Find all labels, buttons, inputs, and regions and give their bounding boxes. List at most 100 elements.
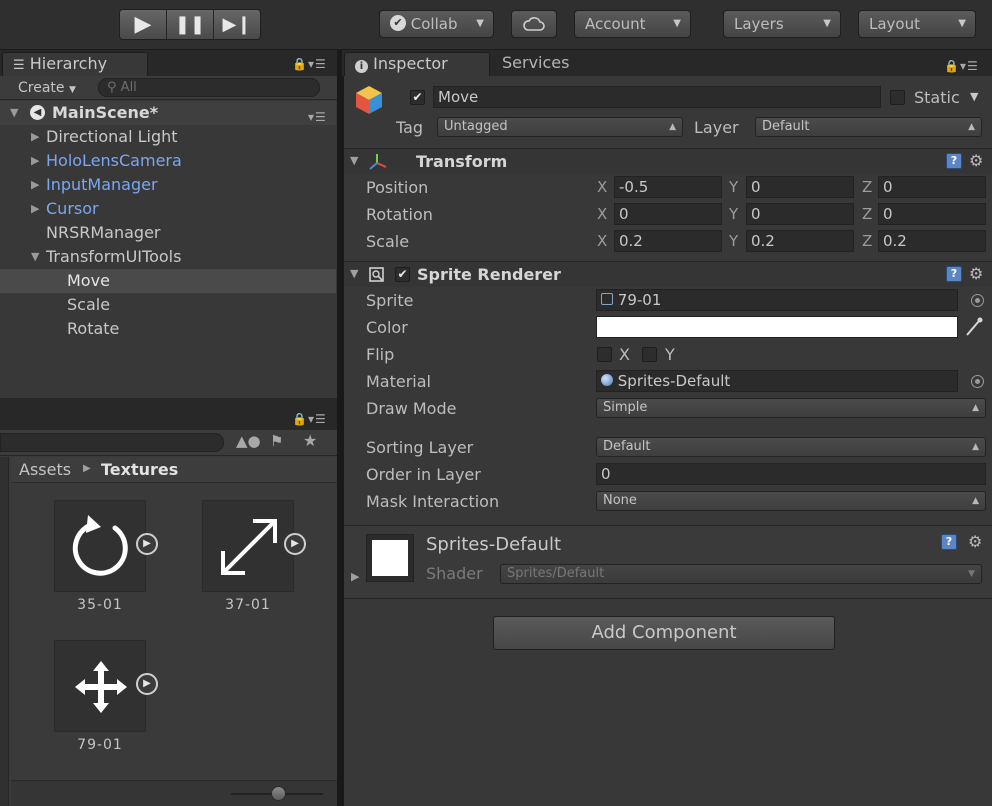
- draw-mode-dropdown[interactable]: Simple ▲: [596, 398, 986, 418]
- create-dropdown[interactable]: Create ▼: [8, 78, 90, 98]
- hierarchy-item[interactable]: ▶ Directional Light: [0, 125, 336, 149]
- scene-row[interactable]: ▼ ◀ MainScene* ▾☰: [0, 101, 336, 125]
- gear-icon[interactable]: ⚙: [968, 532, 982, 551]
- inspector-panel: ✔ Move Static ▼ Tag Untagged ▲ Layer Def…: [344, 76, 992, 806]
- rotation-label: Rotation: [366, 205, 433, 224]
- hierarchy-item[interactable]: ▶ Cursor: [0, 197, 336, 221]
- static-checkbox[interactable]: [890, 90, 905, 105]
- hierarchy-item[interactable]: ▶ HoloLensCamera: [0, 149, 336, 173]
- draw-mode-label: Draw Mode: [366, 399, 457, 418]
- play-button[interactable]: ▶: [120, 10, 167, 39]
- sorting-layer-dropdown[interactable]: Default ▲: [596, 437, 986, 457]
- object-picker-icon[interactable]: [971, 294, 984, 307]
- position-z-field[interactable]: 0: [878, 176, 986, 198]
- gear-icon[interactable]: ⚙: [969, 151, 983, 170]
- asset-expand-button[interactable]: ▶: [136, 533, 158, 555]
- asset-expand-button[interactable]: ▶: [136, 673, 158, 695]
- position-y-field[interactable]: 0: [746, 176, 854, 198]
- position-x-field[interactable]: -0.5: [614, 176, 722, 198]
- scale-z-field[interactable]: 0.2: [878, 230, 986, 252]
- account-button[interactable]: Account ▼: [574, 10, 691, 38]
- active-checkbox[interactable]: ✔: [410, 90, 425, 105]
- color-label: Color: [366, 318, 408, 337]
- sprite-renderer-header[interactable]: ▼ ✔ Sprite Renderer ? ⚙: [344, 261, 992, 287]
- project-folder-tree-collapsed[interactable]: [0, 457, 9, 806]
- transform-header[interactable]: ▼ Transform ? ⚙: [344, 148, 992, 174]
- layout-dropdown[interactable]: Layout ▼: [858, 10, 976, 38]
- panel-menu-icon[interactable]: 🔒▾☰: [292, 57, 327, 71]
- hierarchy-item[interactable]: NRSRManager: [0, 221, 336, 245]
- dropdown-arrow-icon: ▼: [968, 569, 975, 579]
- tab-hierarchy[interactable]: ☰ Hierarchy: [2, 52, 148, 76]
- panel-menu-icon[interactable]: 🔒▾☰: [292, 412, 327, 426]
- breadcrumb-textures[interactable]: Textures: [101, 460, 178, 479]
- filter-by-label-icon[interactable]: ⚑: [270, 432, 283, 450]
- info-icon: i: [355, 60, 368, 73]
- hierarchy-item[interactable]: Rotate: [0, 317, 336, 341]
- step-button[interactable]: ▶❙: [214, 10, 260, 39]
- collapse-triangle-icon: ▼: [350, 267, 359, 280]
- sprite-renderer-title: Sprite Renderer: [417, 265, 561, 284]
- rotation-y-field[interactable]: 0: [746, 203, 854, 225]
- flip-label: Flip: [366, 345, 395, 364]
- order-in-layer-field[interactable]: 0: [596, 463, 986, 485]
- asset-expand-button[interactable]: ▶: [284, 533, 306, 555]
- field-value: 0: [619, 205, 629, 223]
- main-toolbar: ▶ ❚❚ ▶❙ ✔ Collab ▼ Account ▼ Layers ▼ La…: [0, 0, 992, 50]
- sprite-object-field[interactable]: 79-01: [596, 289, 958, 311]
- material-object-field[interactable]: Sprites-Default: [596, 370, 958, 392]
- slider-thumb[interactable]: [271, 786, 286, 801]
- layers-dropdown[interactable]: Layers ▼: [723, 10, 841, 38]
- gear-icon[interactable]: ⚙: [969, 264, 983, 283]
- flip-x-checkbox[interactable]: [597, 347, 612, 362]
- project-search-input[interactable]: [0, 433, 224, 452]
- item-label: NRSRManager: [46, 223, 161, 242]
- hierarchy-search-input[interactable]: ⚲ All: [98, 78, 320, 97]
- color-swatch[interactable]: [596, 316, 958, 338]
- sprite-renderer-enabled-checkbox[interactable]: ✔: [395, 267, 410, 282]
- eyedropper-icon[interactable]: [964, 316, 984, 338]
- hierarchy-item[interactable]: Scale: [0, 293, 336, 317]
- cloud-button[interactable]: [511, 10, 557, 38]
- tag-dropdown[interactable]: Untagged ▲: [437, 117, 683, 137]
- scale-label: Scale: [366, 232, 410, 251]
- pause-button[interactable]: ❚❚: [167, 10, 214, 39]
- help-icon[interactable]: ?: [946, 153, 962, 169]
- favorites-star-icon[interactable]: ★: [303, 431, 317, 450]
- static-label: Static: [914, 88, 960, 107]
- hierarchy-item[interactable]: ▼ TransformUITools: [0, 245, 336, 269]
- expand-triangle-icon[interactable]: ▶: [351, 570, 359, 583]
- rotation-x-field[interactable]: 0: [614, 203, 722, 225]
- updown-arrows-icon: ▲: [968, 122, 975, 132]
- filter-by-type-icon[interactable]: ▲●: [236, 432, 261, 450]
- field-value: 0: [751, 178, 761, 196]
- mask-interaction-dropdown[interactable]: None ▲: [596, 491, 986, 511]
- static-dropdown-arrow-icon[interactable]: ▼: [970, 90, 978, 103]
- scale-y-field[interactable]: 0.2: [746, 230, 854, 252]
- help-icon[interactable]: ?: [946, 266, 962, 282]
- shader-dropdown[interactable]: Sprites/Default ▼: [500, 564, 982, 584]
- flip-y-checkbox[interactable]: [642, 347, 657, 362]
- divider: [344, 598, 992, 599]
- layer-value: Default: [762, 119, 810, 134]
- hierarchy-item-selected[interactable]: Move: [0, 269, 336, 293]
- help-icon[interactable]: ?: [941, 534, 957, 550]
- rotation-z-field[interactable]: 0: [878, 203, 986, 225]
- breadcrumb-assets[interactable]: Assets: [19, 460, 71, 479]
- panel-menu-icon[interactable]: 🔒▾☰: [944, 59, 979, 73]
- asset-thumbnail[interactable]: [54, 640, 146, 732]
- hierarchy-item[interactable]: ▶ InputManager: [0, 173, 336, 197]
- inspector-tab-label: Inspector: [373, 54, 448, 73]
- item-label: Cursor: [46, 199, 99, 218]
- collab-button[interactable]: ✔ Collab ▼: [379, 10, 494, 38]
- object-picker-icon[interactable]: [971, 375, 984, 388]
- add-component-button[interactable]: Add Component: [493, 616, 835, 650]
- dropdown-arrow-icon: ▼: [68, 85, 76, 95]
- tab-services[interactable]: Services: [492, 52, 592, 76]
- tab-inspector[interactable]: i Inspector: [344, 52, 490, 76]
- asset-thumbnail[interactable]: [54, 500, 146, 592]
- asset-thumbnail[interactable]: [202, 500, 294, 592]
- layer-dropdown[interactable]: Default ▲: [755, 117, 982, 137]
- object-name-field[interactable]: Move: [433, 86, 881, 108]
- scale-x-field[interactable]: 0.2: [614, 230, 722, 252]
